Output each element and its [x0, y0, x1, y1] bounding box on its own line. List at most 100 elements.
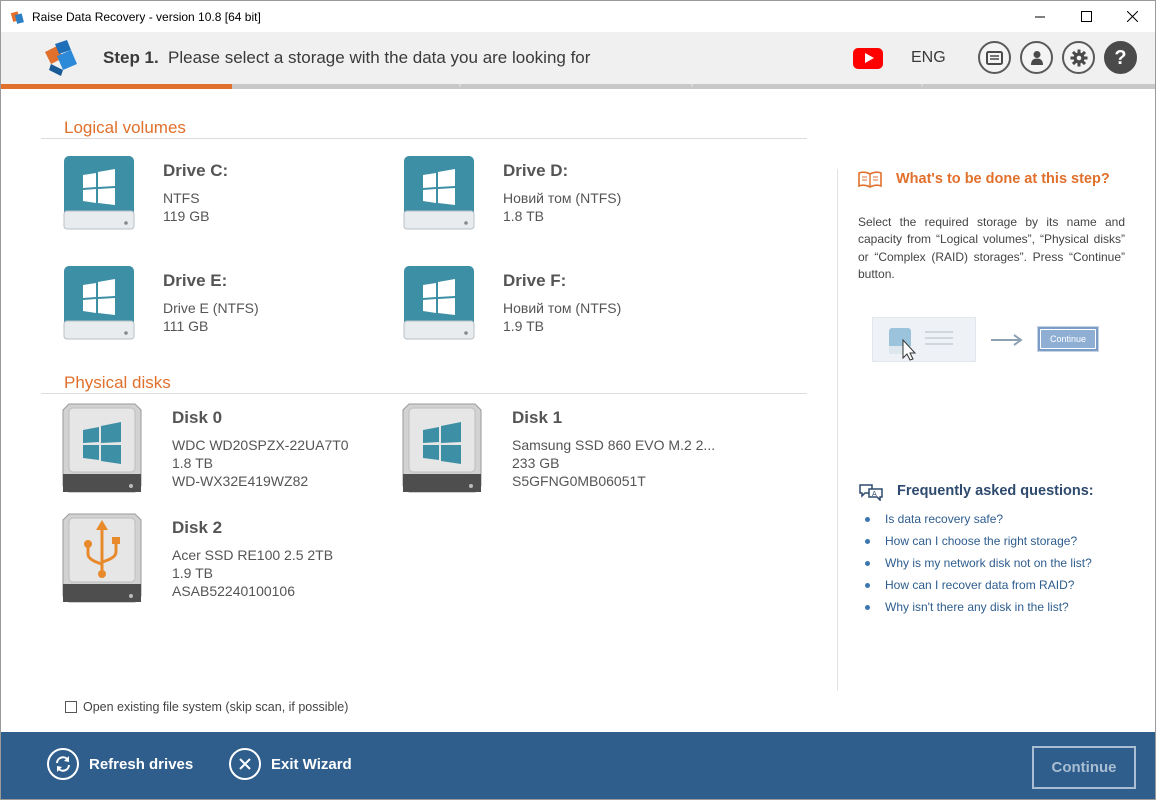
logical-drive-icon — [63, 266, 135, 340]
drive-name: Drive F: — [503, 271, 567, 290]
drive-size: 1.8 TB — [503, 208, 544, 224]
drive-filesystem: Новий том (NTFS) — [503, 300, 622, 316]
section-divider — [41, 138, 807, 139]
book-icon — [858, 171, 882, 188]
youtube-icon[interactable] — [853, 48, 883, 69]
disk-size: 1.8 TB — [172, 455, 213, 471]
disk-name: Disk 2 — [172, 518, 223, 537]
drive-name: Drive C: — [163, 161, 229, 180]
title-bar: Raise Data Recovery - version 10.8 [64 b… — [1, 1, 1155, 32]
progress-fill — [1, 84, 232, 89]
illustration-drive-list — [872, 317, 976, 362]
arrow-right-icon — [991, 334, 1023, 346]
drive-c[interactable]: Drive C: NTFS 119 GB — [61, 155, 391, 245]
list-window-icon — [986, 50, 1003, 65]
svg-text:A: A — [872, 491, 877, 498]
disk-serial: WD-WX32E419WZ82 — [172, 473, 309, 489]
gear-icon — [1070, 49, 1087, 66]
disk-serial: S5GFNG0MB06051T — [512, 473, 646, 489]
faq-link[interactable]: Is data recovery safe? — [863, 509, 1092, 531]
progress-separator: › — [459, 83, 461, 89]
language-selector[interactable]: ENG — [911, 49, 946, 67]
open-filesystem-option[interactable]: Open existing file system (skip scan, if… — [65, 700, 348, 714]
wizard-progress: › › › — [1, 83, 1155, 89]
illustration-drive-icon — [889, 328, 953, 361]
drive-d[interactable]: Drive D: Новий том (NTFS) 1.8 TB — [401, 155, 731, 245]
close-circle-icon — [229, 748, 261, 780]
faq-chat-icon: A — [859, 484, 883, 501]
drive-filesystem: Новий том (NTFS) — [503, 190, 622, 206]
faq-link[interactable]: How can I recover data from RAID? — [863, 575, 1092, 597]
step-label: Step 1. — [103, 48, 159, 67]
minimize-button[interactable] — [1017, 1, 1063, 32]
close-icon — [1126, 11, 1138, 22]
help-button[interactable]: ? — [1104, 41, 1137, 74]
faq-heading: Frequently asked questions: — [897, 483, 1094, 499]
log-button[interactable] — [978, 41, 1011, 74]
open-filesystem-checkbox[interactable] — [65, 701, 77, 713]
disk-serial: ASAB52240100106 — [172, 583, 295, 599]
exit-wizard-button[interactable]: Exit Wizard — [229, 748, 352, 780]
refresh-icon — [47, 748, 79, 780]
disk-size: 1.9 TB — [172, 565, 213, 581]
physical-disks-title: Physical disks — [64, 373, 171, 392]
minimize-icon — [1034, 16, 1045, 18]
drive-filesystem: NTFS — [163, 190, 200, 206]
step-header: Step 1. Please select a storage with the… — [1, 32, 1155, 84]
logical-drive-icon — [403, 266, 475, 340]
physical-disk-icon — [62, 403, 142, 493]
disk-size: 233 GB — [512, 455, 560, 471]
progress-separator: › — [921, 83, 923, 89]
drive-e[interactable]: Drive E: Drive E (NTFS) 111 GB — [61, 265, 391, 355]
disk-model: WDC WD20SPZX-22UA7T0 — [172, 437, 349, 453]
physical-disk-icon — [402, 403, 482, 493]
faq-link[interactable]: Why is my network disk not on the list? — [863, 553, 1092, 575]
continue-button[interactable]: Continue — [1032, 746, 1136, 789]
drive-size: 111 GB — [163, 318, 209, 334]
disk-1[interactable]: Disk 1 Samsung SSD 860 EVO M.2 2... 233 … — [401, 402, 731, 493]
help-text: Select the required storage by its name … — [858, 215, 1125, 281]
logical-volumes-title: Logical volumes — [64, 118, 186, 137]
logical-drive-icon — [403, 156, 475, 230]
help-heading: What's to be done at this step? — [896, 171, 1110, 187]
footer-bar: Refresh drives Exit Wizard Continue — [1, 732, 1155, 799]
drive-size: 119 GB — [163, 208, 210, 224]
section-divider — [41, 393, 807, 394]
faq-link[interactable]: Why isn't there any disk in the list? — [863, 597, 1092, 619]
exit-wizard-label: Exit Wizard — [271, 755, 352, 773]
drive-name: Drive E: — [163, 271, 228, 290]
progress-separator: › — [691, 83, 693, 89]
raise-logo-icon — [45, 40, 77, 76]
illustration-continue-label: Continue — [1040, 329, 1096, 349]
disk-name: Disk 1 — [512, 408, 563, 427]
refresh-drives-button[interactable]: Refresh drives — [47, 748, 193, 780]
account-button[interactable] — [1020, 41, 1053, 74]
maximize-icon — [1080, 11, 1092, 22]
drive-f[interactable]: Drive F: Новий том (NTFS) 1.9 TB — [401, 265, 731, 355]
faq-list: Is data recovery safe? How can I choose … — [863, 509, 1092, 619]
question-icon: ? — [1114, 46, 1127, 69]
disk-2[interactable]: Disk 2 Acer SSD RE100 2.5 2TB 1.9 TB ASA… — [61, 512, 391, 603]
refresh-drives-label: Refresh drives — [89, 755, 194, 773]
panel-divider — [837, 169, 838, 691]
drive-filesystem: Drive E (NTFS) — [163, 300, 259, 316]
settings-button[interactable] — [1062, 41, 1095, 74]
disk-name: Disk 0 — [172, 408, 223, 427]
app-window: Raise Data Recovery - version 10.8 [64 b… — [0, 0, 1156, 800]
window-title: Raise Data Recovery - version 10.8 [64 b… — [32, 9, 261, 24]
disk-0[interactable]: Disk 0 WDC WD20SPZX-22UA7T0 1.8 TB WD-WX… — [61, 402, 391, 493]
logical-drive-icon — [63, 156, 135, 230]
disk-model: Acer SSD RE100 2.5 2TB — [172, 547, 334, 563]
open-filesystem-label: Open existing file system (skip scan, if… — [83, 700, 349, 714]
step-description: Please select a storage with the data yo… — [168, 48, 591, 67]
illustration-continue-button: Continue — [1037, 326, 1099, 352]
maximize-button[interactable] — [1063, 1, 1109, 32]
drive-size: 1.9 TB — [503, 318, 544, 334]
drive-name: Drive D: — [503, 161, 569, 180]
disk-model: Samsung SSD 860 EVO M.2 2... — [512, 437, 716, 453]
close-button[interactable] — [1109, 1, 1155, 32]
user-icon — [1030, 51, 1043, 65]
faq-link[interactable]: How can I choose the right storage? — [863, 531, 1092, 553]
app-logo-icon — [10, 10, 24, 24]
usb-disk-icon — [62, 513, 142, 603]
